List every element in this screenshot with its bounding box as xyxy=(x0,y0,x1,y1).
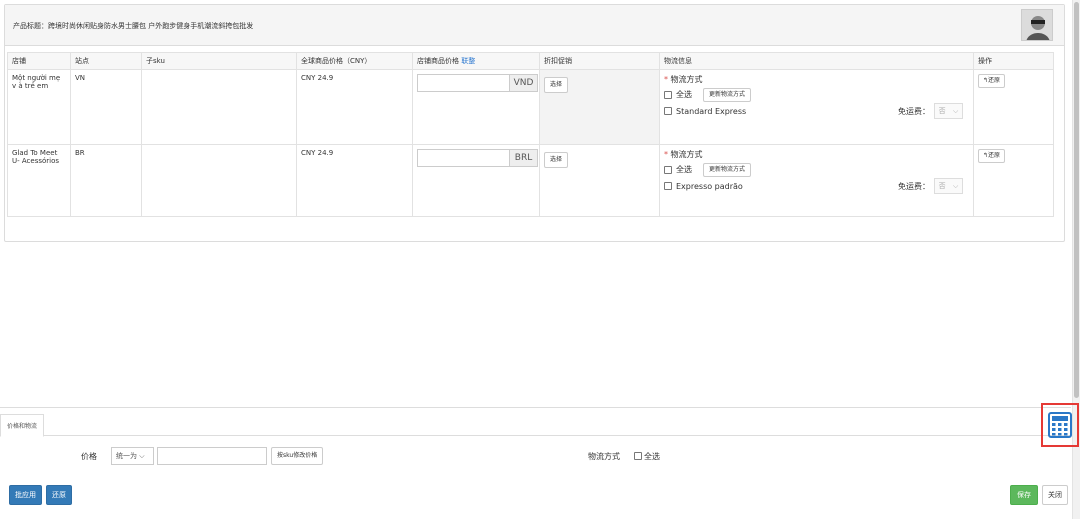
update-logistics-button[interactable]: 更新物流方式 xyxy=(703,88,752,102)
right-actions: 保存 关闭 xyxy=(1010,485,1068,505)
bottom-tabs: 价格和物流 xyxy=(0,407,1071,437)
logistics-cell: * 物流方式 全选 更新物流方式 Expresso padrão 免运费： 否 ⌵ xyxy=(659,144,974,217)
currency-addon: VND xyxy=(509,75,537,91)
sku-price-button[interactable]: 按sku修改价格 xyxy=(271,447,324,465)
action-cell: ↰还原 xyxy=(973,144,1054,217)
logistics-title: * 物流方式 xyxy=(664,74,969,85)
discount-select-button[interactable]: 选择 xyxy=(544,77,569,93)
price-input[interactable] xyxy=(157,447,267,465)
sub-sku-cell xyxy=(141,69,297,145)
price-mode-value: 统一为 xyxy=(116,452,137,460)
update-logistics-button[interactable]: 更新物流方式 xyxy=(703,163,752,177)
restore-label: 还原 xyxy=(988,152,1001,159)
product-thumbnail[interactable] xyxy=(1021,9,1053,41)
global-price: CNY 24.9 xyxy=(296,69,413,145)
store-price-input[interactable] xyxy=(418,150,509,166)
store-price-input[interactable] xyxy=(418,75,509,91)
chevron-down-icon: ⌵ xyxy=(953,181,959,190)
global-price: CNY 24.9 xyxy=(296,144,413,217)
currency-addon: BRL xyxy=(509,150,537,166)
free-shipping-label: 免运费： xyxy=(898,106,930,116)
col-global-price: 全球商品价格（CNY） xyxy=(296,52,413,70)
logistics-label: 物流方式 xyxy=(588,451,620,461)
tab-price-logistics[interactable]: 价格和物流 xyxy=(0,414,45,437)
discount-cell: 选择 xyxy=(539,69,660,145)
restore-all-button[interactable]: 还原 xyxy=(46,485,72,505)
chevron-down-icon: ⌵ xyxy=(953,106,959,115)
site-code: BR xyxy=(70,144,142,217)
scrollbar-thumb[interactable] xyxy=(1074,2,1079,398)
restore-button[interactable]: ↰还原 xyxy=(978,149,1006,163)
store-price-cell: VND xyxy=(412,69,540,145)
logistics-controls: 物流方式 全选 xyxy=(588,447,660,465)
store-price-label: 店铺商品价格 xyxy=(417,57,459,65)
close-button[interactable]: 关闭 xyxy=(1042,485,1068,505)
free-shipping-value: 否 xyxy=(938,107,946,116)
free-shipping: 免运费： 否 ⌵ xyxy=(898,103,963,120)
free-shipping-select[interactable]: 否 ⌵ xyxy=(934,178,963,195)
col-action: 操作 xyxy=(973,52,1054,70)
restore-button[interactable]: ↰还原 xyxy=(978,74,1006,88)
required-mark: * xyxy=(664,150,668,159)
channel-label: Standard Express xyxy=(676,106,747,116)
col-discount: 折扣促销 xyxy=(539,52,660,70)
store-name: Một người mẹ v à trẻ em xyxy=(7,69,71,145)
col-site: 站点 xyxy=(70,52,142,70)
channel-label: Expresso padrão xyxy=(676,181,743,191)
logistics-title-text: 物流方式 xyxy=(670,75,703,84)
select-all-checkbox[interactable] xyxy=(664,165,672,174)
site-code: VN xyxy=(70,69,142,145)
logistics-cell: * 物流方式 全选 更新物流方式 Standard Express 免运费： 否… xyxy=(659,69,974,145)
table-header-row: 店铺 站点 子sku 全球商品价格（CNY） 店铺商品价格 联整 折扣促销 物流… xyxy=(7,52,1054,70)
action-cell: ↰还原 xyxy=(973,69,1054,145)
store-price-table: 店铺 站点 子sku 全球商品价格（CNY） 店铺商品价格 联整 折扣促销 物流… xyxy=(7,52,1054,217)
logistics-select-all-label: 全选 xyxy=(644,451,660,461)
save-button[interactable]: 保存 xyxy=(1010,485,1038,505)
table-row: Một người mẹ v à trẻ em VN CNY 24.9 VND … xyxy=(7,69,1054,145)
select-all-row: 全选 更新物流方式 xyxy=(664,163,969,177)
logistics-select-all-checkbox[interactable] xyxy=(634,452,642,460)
channel-checkbox[interactable] xyxy=(664,182,672,191)
col-sub-sku: 子sku xyxy=(141,52,297,70)
product-title: 产品标题：跨境时尚休闲贴身防水男士腰包 户外跑步健身手机潮流斜挎包批发 xyxy=(13,22,254,30)
product-image-icon xyxy=(1022,10,1052,40)
select-all-label: 全选 xyxy=(676,165,692,175)
select-all-label: 全选 xyxy=(676,90,692,100)
price-controls: 价格 统一为 ⌵ 按sku修改价格 xyxy=(81,447,324,465)
col-store: 店铺 xyxy=(7,52,71,70)
free-shipping-value: 否 xyxy=(938,182,946,191)
adjust-price-link[interactable]: 联整 xyxy=(461,57,475,65)
select-all-row: 全选 更新物流方式 xyxy=(664,88,969,102)
panel-header: 产品标题：跨境时尚休闲贴身防水男士腰包 户外跑步健身手机潮流斜挎包批发 xyxy=(5,5,1064,46)
free-shipping-label: 免运费： xyxy=(898,181,930,191)
channel-row: Standard Express 免运费： 否 ⌵ xyxy=(664,103,969,120)
batch-apply-button[interactable]: 批应用 xyxy=(9,485,42,505)
price-label: 价格 xyxy=(81,451,97,461)
required-mark: * xyxy=(664,75,668,84)
channel-checkbox[interactable] xyxy=(664,107,672,116)
price-mode-select[interactable]: 统一为 ⌵ xyxy=(111,447,154,465)
calculator-icon xyxy=(1048,412,1072,438)
left-actions: 批应用 还原 xyxy=(9,485,72,505)
logistics-title-text: 物流方式 xyxy=(670,150,703,159)
logistics-title: * 物流方式 xyxy=(664,149,969,160)
sub-sku-cell xyxy=(141,144,297,217)
chevron-down-icon: ⌵ xyxy=(139,451,145,460)
calculator-button[interactable] xyxy=(1041,403,1079,447)
table-row: Glad To Meet U- Acessórios BR CNY 24.9 B… xyxy=(7,144,1054,217)
store-price-cell: BRL xyxy=(412,144,540,217)
channel-row: Expresso padrão 免运费： 否 ⌵ xyxy=(664,178,969,195)
restore-label: 还原 xyxy=(988,77,1001,84)
col-store-price: 店铺商品价格 联整 xyxy=(412,52,540,70)
store-name: Glad To Meet U- Acessórios xyxy=(7,144,71,217)
store-price-input-group: BRL xyxy=(417,149,538,167)
discount-select-button[interactable]: 选择 xyxy=(544,152,569,168)
free-shipping-select[interactable]: 否 ⌵ xyxy=(934,103,963,120)
col-logistics: 物流信息 xyxy=(659,52,974,70)
discount-cell: 选择 xyxy=(539,144,660,217)
select-all-checkbox[interactable] xyxy=(664,90,672,99)
free-shipping: 免运费： 否 ⌵ xyxy=(898,178,963,195)
store-price-input-group: VND xyxy=(417,74,538,92)
